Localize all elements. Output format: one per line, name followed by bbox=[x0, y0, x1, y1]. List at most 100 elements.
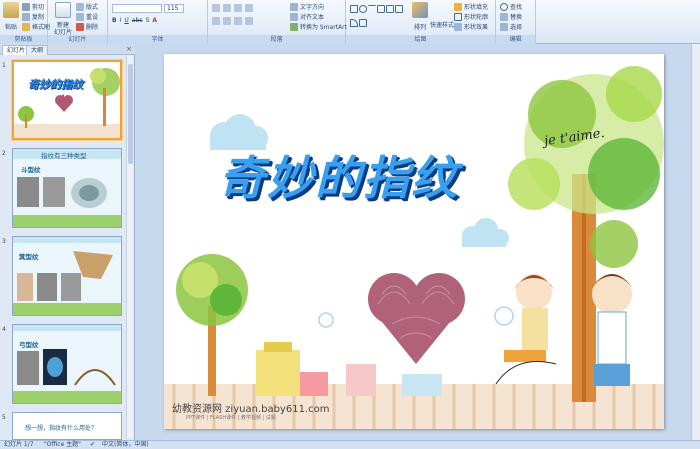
slide-title[interactable]: 奇妙的指纹 bbox=[219, 142, 459, 208]
thumb-number: 1 bbox=[2, 62, 6, 69]
tab-outline[interactable]: 大纲 bbox=[26, 45, 49, 55]
outdent-icon[interactable] bbox=[245, 4, 253, 12]
align-buttons bbox=[212, 17, 253, 25]
slide-count: 幻灯片 1/7 bbox=[4, 441, 34, 448]
theme-name: "Office 主题" bbox=[44, 441, 81, 448]
fingerprint-heart bbox=[368, 273, 465, 364]
cut-button[interactable]: 剪切 bbox=[22, 2, 44, 11]
thumbnail-scrollbar[interactable] bbox=[126, 56, 133, 438]
thumbnail-scrollbar-thumb[interactable] bbox=[128, 64, 133, 164]
slide-scrollbar[interactable] bbox=[691, 44, 700, 440]
cloud-right bbox=[462, 218, 509, 247]
arrange-button[interactable]: 排列 bbox=[412, 2, 428, 31]
boy-character bbox=[590, 274, 634, 386]
slide-thumbnail-5[interactable]: 想一想，指纹有什么用处？ bbox=[12, 412, 122, 440]
align-right-icon[interactable] bbox=[234, 17, 242, 25]
drawing-group: 排列 快速样式 形状填充 形状轮廓 形状效果 绘图 bbox=[346, 0, 496, 44]
smartart-button[interactable]: 转换为 SmartArt bbox=[290, 22, 347, 31]
layout-button[interactable]: 版式 bbox=[76, 2, 98, 11]
thumb-4-title: 弓型纹 bbox=[19, 341, 39, 349]
triangle-shape-icon[interactable] bbox=[386, 5, 394, 14]
select-button[interactable]: 选择 bbox=[500, 22, 522, 31]
close-icon[interactable]: × bbox=[126, 45, 132, 53]
delete-button[interactable]: 删除 bbox=[76, 22, 98, 31]
thumb-2-title: 指纹有三种类型 bbox=[41, 152, 87, 160]
new-slide-icon bbox=[55, 2, 71, 18]
underline-icon[interactable]: U bbox=[124, 17, 128, 24]
thumb-number: 4 bbox=[2, 326, 6, 333]
select-icon bbox=[500, 22, 508, 31]
rect-shape-icon[interactable] bbox=[350, 5, 358, 14]
thumb-number: 5 bbox=[2, 414, 6, 421]
spellcheck-icon[interactable]: ✔ bbox=[90, 441, 95, 449]
small-tree bbox=[176, 254, 248, 396]
font-group: 115 B I U abc S A 字体 bbox=[108, 0, 208, 44]
slide-thumbnail-2[interactable]: 指纹有三种类型 斗型纹 bbox=[12, 148, 122, 228]
shape-fill-button[interactable]: 形状填充 bbox=[454, 2, 488, 11]
delete-icon bbox=[76, 22, 84, 31]
replace-icon bbox=[500, 12, 508, 21]
status-bar: 幻灯片 1/7 "Office 主题" ✔ 中文(简体，中国) bbox=[0, 440, 700, 449]
paste-icon bbox=[3, 2, 19, 18]
font-name-combo[interactable] bbox=[112, 4, 162, 13]
numbering-icon[interactable] bbox=[223, 4, 231, 12]
align-left-icon[interactable] bbox=[212, 17, 220, 25]
shadow-icon[interactable]: S bbox=[146, 17, 150, 24]
bold-icon[interactable]: B bbox=[112, 17, 117, 24]
shape-effects-button[interactable]: 形状效果 bbox=[454, 22, 488, 31]
effects-icon bbox=[454, 22, 462, 31]
reset-button[interactable]: 重设 bbox=[76, 12, 98, 21]
replace-button[interactable]: 替换 bbox=[500, 12, 522, 21]
slide-artwork bbox=[164, 66, 664, 429]
layout-icon bbox=[76, 2, 84, 11]
ribbon: 粘贴 剪切 复制 格式刷 剪贴板 新建 幻灯片 版式 重设 删除 幻灯片 115… bbox=[0, 0, 700, 44]
language[interactable]: 中文(简体，中国) bbox=[102, 441, 149, 449]
align-center-icon[interactable] bbox=[223, 17, 231, 25]
reset-icon bbox=[76, 12, 84, 21]
thumb-number: 3 bbox=[2, 238, 6, 245]
smartart-icon bbox=[290, 22, 298, 31]
font-group-label: 字体 bbox=[108, 35, 207, 44]
bullets-icon[interactable] bbox=[212, 4, 220, 12]
arrow-shape-icon[interactable] bbox=[377, 5, 385, 14]
slide-thumbnail-pane: 幻灯片 大纲 × 1 奇妙的指纹 2 指纹有三种类型 斗型纹 3 箕型纹 4 弓… bbox=[0, 44, 135, 440]
font-size-combo[interactable]: 115 bbox=[164, 4, 184, 13]
italic-icon[interactable]: I bbox=[120, 17, 122, 24]
editing-group: 查找 替换 选择 编辑 bbox=[496, 0, 536, 44]
clipboard-group: 粘贴 剪切 复制 格式刷 剪贴板 bbox=[0, 0, 50, 44]
website-text[interactable]: 幼教资源网 ziyuan.baby611.com bbox=[172, 400, 329, 415]
thumb-number: 2 bbox=[2, 150, 6, 157]
line-shape-icon[interactable] bbox=[368, 5, 376, 13]
slide-thumbnail-4[interactable]: 弓型纹 bbox=[12, 324, 122, 404]
brace-shape-icon[interactable] bbox=[359, 18, 367, 27]
copy-icon bbox=[22, 12, 30, 21]
outline-icon bbox=[454, 12, 462, 21]
new-slide-button[interactable]: 新建 幻灯片 bbox=[54, 2, 72, 36]
ellipse-shape-icon[interactable] bbox=[359, 5, 367, 14]
pane-tabs: 幻灯片 大纲 × bbox=[0, 44, 135, 55]
find-button[interactable]: 查找 bbox=[500, 2, 522, 11]
thumb-2-art bbox=[13, 149, 121, 227]
shapes-gallery[interactable] bbox=[350, 3, 408, 29]
slide-thumbnail-1[interactable]: 奇妙的指纹 bbox=[12, 60, 122, 140]
indent-icon[interactable] bbox=[234, 4, 242, 12]
shape-outline-button[interactable]: 形状轮廓 bbox=[454, 12, 488, 21]
current-slide[interactable]: 奇妙的指纹 je t'aime. 幼教资源网 ziyuan.baby611.co… bbox=[164, 54, 664, 429]
star-shape-icon[interactable] bbox=[395, 5, 403, 14]
curve-shape-icon[interactable] bbox=[350, 18, 358, 27]
quick-styles-button[interactable]: 快速样式 bbox=[430, 20, 454, 29]
paste-button[interactable]: 粘贴 bbox=[3, 2, 19, 31]
copy-button[interactable]: 复制 bbox=[22, 12, 44, 21]
fill-icon bbox=[454, 2, 462, 11]
slide-canvas: 奇妙的指纹 je t'aime. 幼教资源网 ziyuan.baby611.co… bbox=[136, 44, 700, 440]
girl-character bbox=[495, 274, 557, 385]
text-direction-button[interactable]: 文字方向 bbox=[290, 2, 324, 11]
slide-thumbnail-3[interactable]: 箕型纹 bbox=[12, 236, 122, 316]
format-painter-button[interactable]: 格式刷 bbox=[22, 22, 50, 31]
align-text-icon bbox=[290, 12, 298, 21]
justify-icon[interactable] bbox=[245, 17, 253, 25]
list-buttons bbox=[212, 4, 253, 12]
align-text-button[interactable]: 对齐文本 bbox=[290, 12, 324, 21]
strike-icon[interactable]: abc bbox=[132, 17, 143, 24]
font-color-icon[interactable]: A bbox=[152, 17, 157, 24]
